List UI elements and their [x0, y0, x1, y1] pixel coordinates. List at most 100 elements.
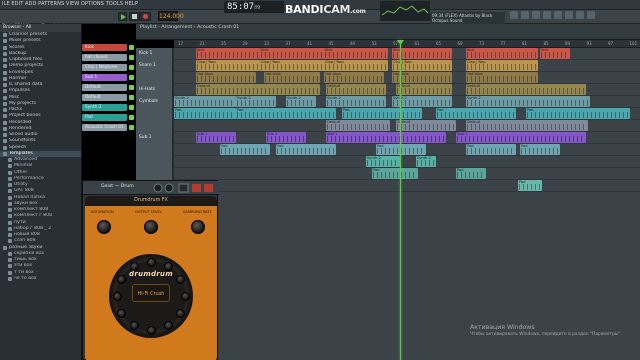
help-icon[interactable] [587, 11, 595, 19]
preset-screen[interactable]: Hi-Fi Crush [132, 284, 170, 302]
news-panel[interactable]: 09:34 (FLEX) Atlantis by Black Octopus S… [430, 12, 505, 24]
pattern-clip[interactable]: Hat clips [196, 72, 256, 83]
playlist-track[interactable]: Pad Pad [136, 168, 640, 180]
channel-led-icon[interactable] [129, 125, 134, 130]
playlist-icon[interactable] [510, 11, 518, 19]
pattern-clip[interactable]: Pad [518, 180, 542, 191]
drum-pad[interactable] [117, 308, 127, 318]
pattern-clip[interactable]: Pad [376, 144, 426, 155]
channel-led-icon[interactable] [129, 115, 134, 120]
drum-pad[interactable] [175, 274, 185, 284]
pattern-clip[interactable]: Synth 2 [236, 96, 276, 107]
channel-button[interactable]: Default [82, 94, 127, 101]
drum-pad[interactable] [163, 262, 173, 272]
pattern-clip[interactable]: Synth 2 [286, 96, 316, 107]
track-label[interactable] [136, 144, 174, 156]
pattern-clip[interactable]: Pad [456, 168, 486, 179]
play-button[interactable] [118, 12, 127, 21]
plugin-titlebar[interactable]: Geist — Drum [83, 181, 219, 195]
pattern-clip[interactable]: Kick [196, 48, 260, 59]
drum-pad[interactable] [175, 308, 185, 318]
pattern-clip[interactable]: Pad [220, 144, 270, 155]
pattern-clip[interactable]: Default [326, 120, 390, 131]
track-label[interactable]: Snare 1 [136, 60, 174, 72]
playlist-track[interactable]: Synth 2 Synth 2 [136, 156, 640, 168]
channel-led-icon[interactable] [129, 45, 134, 50]
track-label[interactable] [136, 108, 174, 120]
tempo-display[interactable]: 124.000 [158, 11, 184, 21]
pattern-clip[interactable]: Default [396, 120, 456, 131]
pattern-clip[interactable]: Synth 2 [326, 96, 386, 107]
channel-button[interactable]: Pad [82, 114, 127, 121]
pattern-clip[interactable]: Sub 1 [456, 132, 586, 143]
pattern-clip[interactable]: Pad [236, 108, 336, 119]
drum-pad[interactable] [117, 274, 127, 284]
track-label[interactable] [136, 72, 174, 84]
piano-roll-icon[interactable] [521, 11, 529, 19]
playlist-track[interactable]: Snare 1 Clap | Nep Clap | Nep Clap | Nep Cla… [136, 60, 640, 72]
pattern-clip[interactable]: Pad [526, 108, 630, 119]
saturation-knob[interactable] [97, 220, 111, 234]
track-label[interactable] [136, 120, 174, 132]
sampling-rate-knob[interactable] [191, 220, 205, 234]
channel-led-icon[interactable] [129, 75, 134, 80]
playlist-track[interactable]: Pad Pad Pad Pad Pad [136, 108, 640, 120]
browser-item[interactable]: чё то вox [0, 276, 81, 282]
track-label[interactable]: Sub 1 [136, 132, 174, 144]
pattern-clip[interactable]: Sub 1 [196, 132, 236, 143]
drum-pad[interactable] [112, 291, 122, 301]
playhead[interactable] [400, 40, 401, 360]
pattern-clip[interactable]: Synth 2 [366, 156, 400, 167]
channel-led-icon[interactable] [129, 85, 134, 90]
playlist-track[interactable]: Kick 1 Kick Kick Kick Kick Kick Kick [136, 48, 640, 60]
playlist-track[interactable]: Hi-Hats Default Default Default Default [136, 84, 640, 96]
pattern-clip[interactable]: Clap | Nep [324, 60, 384, 71]
drum-pad[interactable] [146, 257, 156, 267]
project-info-icon[interactable] [576, 11, 584, 19]
channel-button[interactable]: Sub 1 [82, 74, 127, 81]
stop-button[interactable] [129, 12, 140, 21]
pattern-clip[interactable]: Pad [466, 144, 516, 155]
channel-button[interactable]: Kick [82, 44, 127, 51]
track-label[interactable]: Hi-Hats [136, 84, 174, 96]
pattern-clip[interactable]: Kick [392, 48, 452, 59]
browser-title[interactable]: Browser - All [0, 24, 81, 32]
pattern-clip[interactable]: Hat clips [324, 72, 384, 83]
pattern-clip[interactable]: Sub 1 [266, 132, 306, 143]
channel-button[interactable]: Acoustic Crash 01 [82, 124, 127, 131]
mixer-icon[interactable] [543, 11, 551, 19]
pattern-clip[interactable]: Kick [466, 48, 538, 59]
playlist-track[interactable]: Pad Pad Pad Pad Pad [136, 144, 640, 156]
pattern-clip[interactable]: Kick [540, 48, 570, 59]
pattern-clip[interactable]: Synth 2 [416, 156, 436, 167]
browser-icon[interactable] [554, 11, 562, 19]
channel-button[interactable]: Default [82, 84, 127, 91]
pattern-clip[interactable]: Pad [342, 108, 422, 119]
record-button[interactable] [140, 12, 151, 21]
pattern-clip[interactable]: Synth 2 [174, 96, 236, 107]
playlist-track[interactable]: Default Default Default [136, 120, 640, 132]
channel-led-icon[interactable] [129, 65, 134, 70]
channel-rack-icon[interactable] [532, 11, 540, 19]
pattern-clip[interactable]: Synth 2 [466, 96, 590, 107]
pattern-clip[interactable]: Kick [324, 48, 384, 59]
timeline-ruler[interactable]: 17 21 25 29 33 37 41 45 49 53 57 61 65 69 73 77 81 85 89 93… [174, 40, 640, 48]
pattern-clip[interactable]: Default [466, 84, 586, 95]
playlist-track[interactable]: Sub 1 Sub 1 Sub 1 Sub 1 Sub 1 [136, 132, 640, 144]
pattern-clip[interactable]: Hat clips [392, 72, 452, 83]
track-label[interactable]: Cymbals [136, 96, 174, 108]
channel-button[interactable]: Clap | Neptune [82, 64, 127, 71]
channel-led-icon[interactable] [129, 105, 134, 110]
output-level-knob[interactable] [144, 220, 158, 234]
drum-pad[interactable] [146, 325, 156, 335]
pattern-clip[interactable]: Default [396, 84, 452, 95]
pattern-clip[interactable]: Pad [174, 108, 236, 119]
playlist-track[interactable]: Cymbals Synth 2 Synth 2 Synth 2 Synth 2 Synth… [136, 96, 640, 108]
plugin-picker-icon[interactable] [565, 11, 573, 19]
pattern-clip[interactable]: Default [326, 84, 386, 95]
track-label[interactable] [136, 156, 174, 168]
menu-bar[interactable]: ILE EDIT ADD PATTERNS VIEW OPTIONS TOOLS… [2, 1, 138, 7]
pattern-clip[interactable]: Default [196, 84, 320, 95]
drum-pad[interactable] [129, 262, 139, 272]
channel-button[interactable]: hat clipset [82, 54, 127, 61]
